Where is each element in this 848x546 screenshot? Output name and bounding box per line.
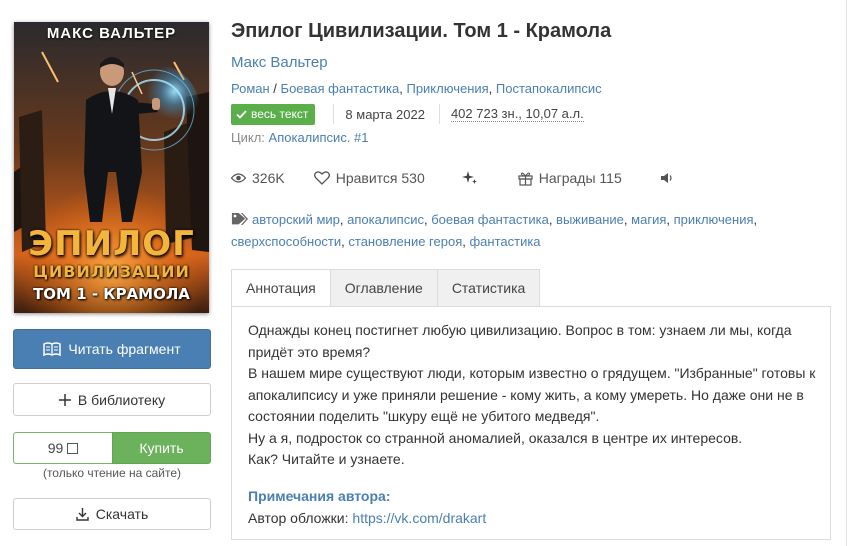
genre-separator: ,: [488, 81, 496, 96]
genre-link[interactable]: Приключения: [406, 81, 488, 96]
book-open-icon: [43, 342, 62, 356]
add-to-library-button[interactable]: В библиотеку: [13, 383, 211, 416]
genre-link[interactable]: Роман: [231, 81, 270, 96]
ruble-icon: [67, 442, 79, 454]
cover-title-line1: ЭПИЛОГ: [28, 224, 195, 264]
annotation-paragraph: В нашем мире существуют люди, которым из…: [248, 365, 816, 424]
annotation-panel: Однажды конец постигнет любую цивилизаци…: [231, 306, 831, 540]
genre-link[interactable]: Постапокалипсис: [496, 81, 602, 96]
views-count: 326K: [252, 170, 285, 186]
check-icon: [236, 109, 247, 119]
annotation-text: Однажды конец постигнет любую цивилизаци…: [248, 320, 818, 471]
cover-credit-label: Автор обложки:: [248, 510, 353, 526]
author-notes-heading: Примечания автора:: [248, 488, 391, 504]
genre-link[interactable]: Боевая фантастика: [281, 81, 400, 96]
add-to-library-label: В библиотеку: [77, 391, 166, 408]
tab-contents[interactable]: Оглавление: [330, 269, 438, 307]
book-size[interactable]: 402 723 зн., 10,07 а.л.: [450, 106, 584, 122]
status-badge: весь текст: [231, 103, 316, 125]
buy-group: 99 Купить: [13, 432, 211, 464]
divider: [333, 104, 335, 124]
awards-label: Награды 115: [538, 170, 622, 186]
download-label: Скачать: [95, 506, 149, 522]
genre-list: Роман / Боевая фантастика, Приключения, …: [231, 81, 602, 96]
cover-title-line2: ЦИВИЛИЗАЦИИ: [33, 262, 190, 281]
audio-button[interactable]: [660, 172, 674, 184]
cover-title-line3: ТОМ 1 - КРАМОЛА: [33, 285, 190, 303]
buy-note: (только чтение на сайте): [42, 466, 182, 480]
genre-separator: /: [269, 81, 281, 96]
tag-link[interactable]: выживание: [556, 212, 624, 227]
read-fragment-button[interactable]: Читать фрагмент: [13, 329, 211, 369]
author-link[interactable]: Макс Вальтер: [231, 54, 328, 71]
tag-link[interactable]: приключения: [674, 212, 754, 227]
tag-icon: [231, 212, 249, 226]
cycle-label: Цикл:: [231, 130, 269, 145]
awards-button[interactable]: Награды 115: [518, 170, 622, 186]
status-badge-label: весь текст: [251, 107, 309, 121]
sparkle-button[interactable]: [461, 170, 478, 186]
likes-label: Нравится 530: [335, 170, 425, 186]
eye-icon: [231, 173, 246, 183]
cover-credit-link[interactable]: https://vk.com/drakart: [352, 510, 486, 526]
speaker-icon: [660, 172, 674, 184]
views-stat: 326K: [231, 170, 285, 186]
tag-link[interactable]: апокалипсис: [347, 212, 424, 227]
download-button[interactable]: Скачать: [13, 498, 211, 530]
tag-list: авторский мир, апокалипсис, боевая фанта…: [231, 212, 758, 249]
tag-link[interactable]: сверхспособности: [231, 234, 341, 249]
tag-link[interactable]: становление героя: [348, 234, 462, 249]
cover-author-text: МАКС ВАЛЬТЕР: [46, 25, 177, 42]
annotation-paragraph: Как? Читайте и узнаете.: [248, 451, 405, 467]
annotation-paragraph: Ну а я, подросток со странной аномалией,…: [248, 429, 743, 446]
read-fragment-label: Читать фрагмент: [68, 341, 181, 357]
stats-bar: 326K Нравится 530 Награды 115: [231, 168, 674, 188]
tab-annotation[interactable]: Аннотация: [231, 269, 331, 307]
buy-button[interactable]: Купить: [112, 432, 211, 464]
book-title: Эпилог Цивилизации. Том 1 - Крамола: [231, 20, 612, 42]
author-notes-body: Автор обложки: https://vk.com/drakart: [248, 510, 486, 526]
tag-link[interactable]: фантастика: [469, 234, 540, 249]
cycle-info: Цикл: Апокалипсис. #1: [231, 130, 369, 145]
price-box: 99: [13, 432, 112, 464]
heart-icon: [313, 171, 330, 185]
sparkles-icon: [461, 170, 478, 186]
tab-bar: Аннотация Оглавление Статистика: [231, 269, 541, 307]
divider: [438, 104, 440, 124]
download-icon: [76, 507, 89, 521]
book-cover[interactable]: МАКС ВАЛЬТЕР ЭПИЛОГ ЦИВИЛИЗАЦИИ ТОМ 1 - …: [14, 22, 209, 313]
cycle-link[interactable]: Апокалипсис. #1: [269, 130, 369, 145]
plus-icon: [58, 393, 71, 406]
annotation-paragraph: Однажды конец постигнет любую цивилизаци…: [248, 322, 792, 360]
tag-link[interactable]: боевая фантастика: [431, 212, 549, 227]
gift-icon: [518, 171, 533, 186]
price-value: 99: [47, 440, 64, 456]
tag-link[interactable]: магия: [631, 212, 666, 227]
like-button[interactable]: Нравится 530: [313, 170, 425, 186]
book-meta: весь текст 8 марта 2022 402 723 зн., 10,…: [231, 103, 584, 125]
tab-statistics[interactable]: Статистика: [437, 269, 541, 307]
publish-date: 8 марта 2022: [345, 106, 425, 122]
book-page: МАКС ВАЛЬТЕР ЭПИЛОГ ЦИВИЛИЗАЦИИ ТОМ 1 - …: [0, 0, 847, 546]
tag-link[interactable]: авторский мир: [252, 212, 340, 227]
